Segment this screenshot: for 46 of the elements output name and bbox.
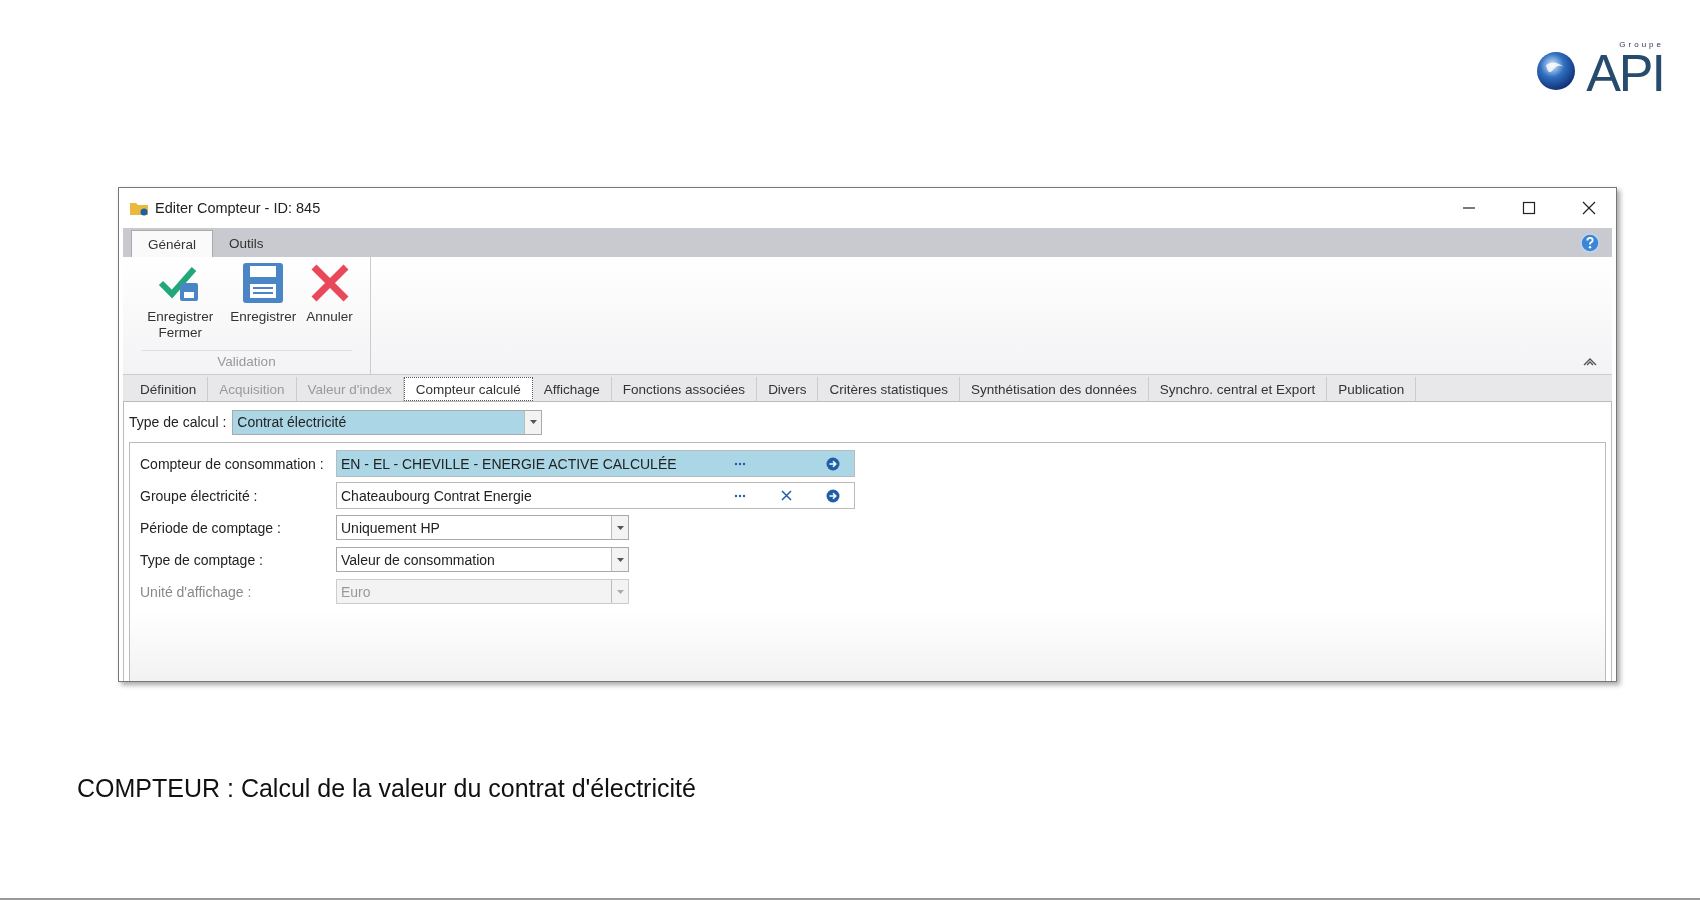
tab[interactable]: Définition <box>129 377 209 401</box>
field-label: Compteur de consommation : <box>140 455 325 472</box>
tab[interactable]: Divers <box>757 377 819 401</box>
field-label: Période de comptage : <box>140 519 282 536</box>
clear-icon[interactable] <box>780 490 792 501</box>
window-title: Editer Compteur - ID: 845 <box>155 200 321 216</box>
globe-logo-icon <box>1536 51 1577 91</box>
ellipsis-icon[interactable] <box>734 461 746 466</box>
ribbon-button[interactable]: Enregistrer <box>227 263 300 350</box>
tab[interactable]: Fonctions associées <box>611 377 758 401</box>
dropdown-field[interactable]: Contrat électricité <box>232 409 543 435</box>
tab[interactable]: Compteur calculé <box>403 377 533 401</box>
folder-icon <box>129 200 149 216</box>
help-icon[interactable] <box>1580 232 1600 253</box>
logo-subtitle: Groupe <box>1619 40 1664 49</box>
ribbon-button[interactable]: Annuler <box>303 263 356 350</box>
caret-icon <box>616 589 624 594</box>
field-label: Groupe électricité : <box>140 487 259 504</box>
tab[interactable]: Affichage <box>532 377 612 401</box>
ellipsis-icon[interactable] <box>734 493 746 498</box>
picker-field[interactable]: Chateaubourg Contrat Energie <box>336 482 855 509</box>
maximize-icon <box>1522 201 1536 215</box>
cross-icon <box>309 263 350 303</box>
tab[interactable]: Publication <box>1327 377 1417 401</box>
tab[interactable]: Synthétisation des données <box>959 377 1149 401</box>
dropdown-field[interactable]: Valeur de consommation <box>336 547 629 572</box>
dropdown-field[interactable]: Uniquement HP <box>336 515 629 540</box>
collapse-ribbon-icon[interactable] <box>1582 356 1598 366</box>
tab[interactable]: Synchro. central et Export <box>1148 377 1328 401</box>
caret-icon <box>616 525 624 530</box>
ribbon-button[interactable]: Enregistrer Fermer <box>137 263 224 350</box>
field-label: Unité d'affichage : <box>140 583 253 600</box>
arrow-circle-icon[interactable] <box>826 456 840 471</box>
field-label: Type de comptage : <box>140 551 264 568</box>
ribbon-tab[interactable]: Outils <box>213 230 280 257</box>
ribbon-tab[interactable]: Général <box>131 230 214 257</box>
caret-icon <box>616 557 624 562</box>
slide-caption: COMPTEUR : Calcul de la valeur du contrat d'électricité <box>77 774 696 803</box>
close-icon <box>1582 201 1596 215</box>
tab[interactable]: Critères statistiques <box>818 377 960 401</box>
picker-field[interactable]: EN - EL - CHEVILLE - ENERGIE ACTIVE CALCULÉE <box>336 450 855 477</box>
arrow-circle-icon[interactable] <box>826 488 840 503</box>
logo-wordmark: API <box>1586 49 1664 97</box>
field-label: Type de calcul : <box>129 414 227 430</box>
caret-icon <box>529 420 537 424</box>
group-label: Validation <box>141 350 352 374</box>
